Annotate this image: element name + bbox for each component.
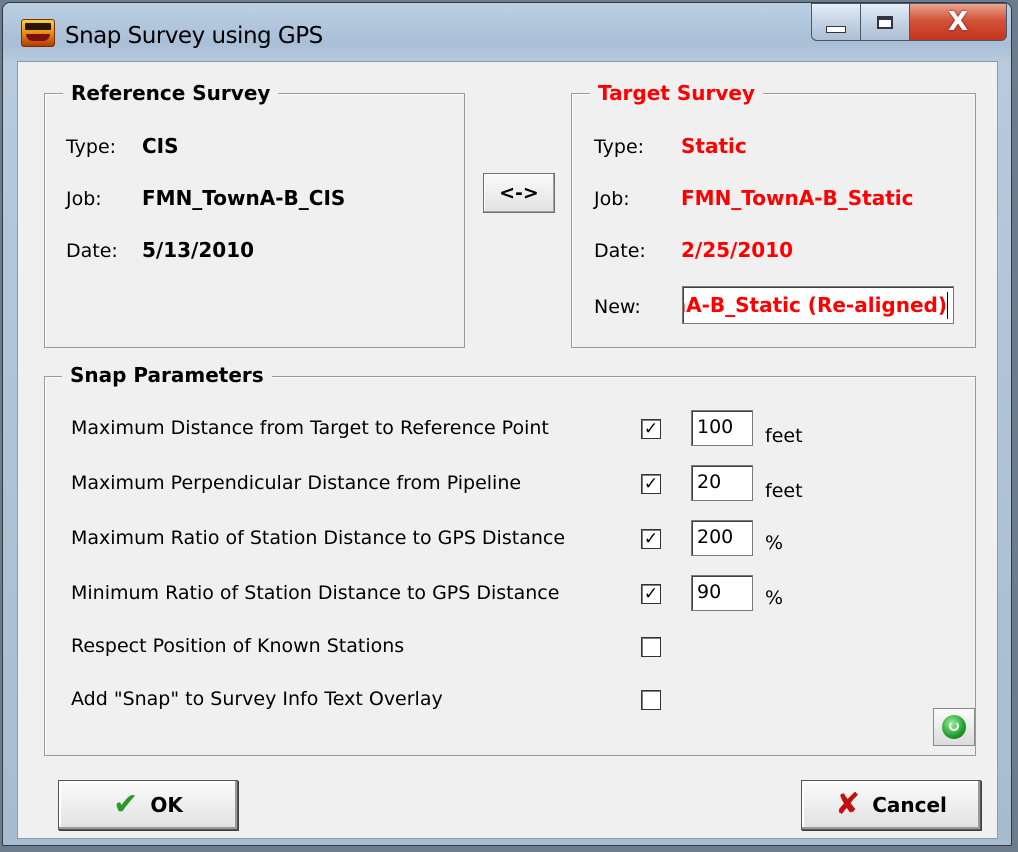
reference-survey-title: Reference Survey — [63, 81, 279, 105]
dialog-body: Reference Survey Type: CIS Job: FMN_Town… — [17, 61, 998, 839]
param-min-ratio-input[interactable]: 90 — [691, 575, 753, 611]
close-button[interactable]: X — [909, 3, 1007, 41]
reference-job-value: FMN_TownA-B_CIS — [142, 186, 346, 210]
target-type-label: Type: — [594, 136, 645, 158]
close-icon: X — [947, 7, 969, 37]
param-max-distance-unit: feet — [765, 425, 803, 447]
param-max-ratio-input[interactable]: 200 — [691, 520, 753, 556]
new-survey-name-value: FMN_TownA-B_Static (Re-aligned) — [683, 293, 947, 317]
param-min-ratio-label: Minimum Ratio of Station Distance to GPS… — [71, 582, 560, 604]
param-max-ratio-checkbox[interactable]: ✓ — [641, 529, 661, 549]
text-caret — [947, 292, 948, 319]
param-max-ratio-label: Maximum Ratio of Station Distance to GPS… — [71, 527, 566, 549]
reset-defaults-button[interactable] — [933, 708, 975, 746]
ok-button[interactable]: ✔ OK — [58, 780, 238, 830]
cancel-x-icon: ✘ — [835, 787, 861, 822]
param-respect-known-stations-label: Respect Position of Known Stations — [71, 635, 405, 657]
target-job-label: Job: — [594, 188, 630, 210]
new-survey-name-input[interactable]: FMN_TownA-B_Static (Re-aligned) — [682, 286, 954, 324]
minimize-icon — [826, 25, 846, 33]
param-min-ratio-unit: % — [765, 587, 784, 609]
target-date-value: 2/25/2010 — [681, 238, 794, 262]
reference-type-value: CIS — [142, 134, 179, 158]
target-new-label: New: — [594, 296, 641, 318]
param-max-perpendicular-unit: feet — [765, 480, 803, 502]
swap-surveys-button[interactable]: <-> — [483, 173, 555, 213]
param-max-ratio-unit: % — [765, 532, 784, 554]
reference-type-label: Type: — [66, 136, 117, 158]
target-date-label: Date: — [594, 240, 646, 262]
reference-job-label: Job: — [66, 188, 102, 210]
snap-parameters-title: Snap Parameters — [62, 363, 272, 387]
param-add-snap-overlay-checkbox[interactable] — [641, 690, 661, 710]
dialog-window: Snap Survey using GPS X Reference Survey… — [2, 2, 1012, 846]
target-survey-title: Target Survey — [590, 81, 763, 105]
param-max-perpendicular-input[interactable]: 20 — [691, 465, 753, 501]
param-respect-known-stations-checkbox[interactable] — [641, 637, 661, 657]
param-max-distance-checkbox[interactable]: ✓ — [641, 419, 661, 439]
target-type-value: Static — [681, 134, 747, 158]
power-reset-icon — [942, 715, 966, 739]
cancel-button[interactable]: ✘ Cancel — [801, 780, 981, 830]
param-max-perpendicular-checkbox[interactable]: ✓ — [641, 474, 661, 494]
reference-date-label: Date: — [66, 240, 118, 262]
minimize-button[interactable] — [811, 3, 861, 41]
param-add-snap-overlay-label: Add "Snap" to Survey Info Text Overlay — [71, 688, 443, 710]
ok-button-label: OK — [150, 793, 183, 817]
maximize-button[interactable] — [860, 3, 910, 41]
title-bar[interactable]: Snap Survey using GPS X — [3, 3, 1011, 61]
param-min-ratio-checkbox[interactable]: ✓ — [641, 584, 661, 604]
param-max-distance-input[interactable]: 100 — [691, 410, 753, 446]
window-title: Snap Survey using GPS — [65, 23, 323, 49]
param-max-perpendicular-label: Maximum Perpendicular Distance from Pipe… — [71, 472, 522, 494]
param-max-distance-label: Maximum Distance from Target to Referenc… — [71, 417, 549, 439]
checkmark-icon: ✔ — [113, 787, 139, 822]
cancel-button-label: Cancel — [872, 793, 947, 817]
reference-survey-group: Reference Survey Type: CIS Job: FMN_Town… — [44, 81, 465, 348]
target-job-value: FMN_TownA-B_Static — [681, 186, 914, 210]
reference-date-value: 5/13/2010 — [142, 238, 255, 262]
maximize-icon — [877, 15, 893, 29]
app-logo-icon — [21, 19, 55, 47]
